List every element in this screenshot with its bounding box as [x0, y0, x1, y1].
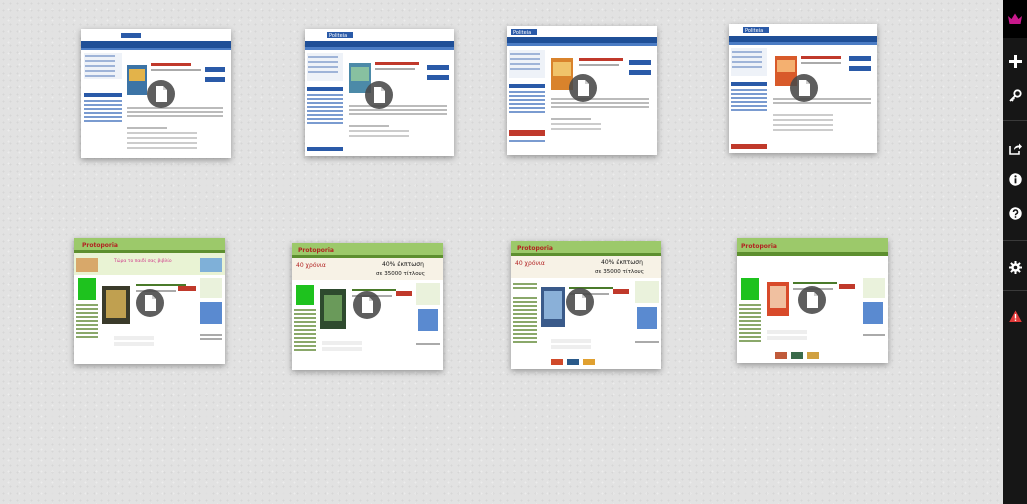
- page-thumbnail[interactable]: Politeia: [507, 26, 657, 155]
- page-thumbnail[interactable]: Protoporia: [737, 238, 888, 363]
- banner-sub-text: σε 35000 τίτλους: [376, 270, 425, 277]
- banner-right-text: 40% έκπτωση: [382, 261, 424, 268]
- help-button[interactable]: [1003, 200, 1027, 226]
- share-button[interactable]: [1003, 135, 1027, 161]
- site-logo: Protoporia: [517, 245, 553, 252]
- document-icon: [365, 81, 393, 109]
- site-logo: Protoporia: [741, 243, 777, 250]
- document-icon: [136, 289, 164, 317]
- alert-button[interactable]: [1003, 303, 1027, 329]
- info-icon: [1008, 172, 1022, 186]
- share-icon: [1008, 143, 1022, 155]
- site-logo: Politeia: [123, 34, 141, 40]
- banner-text: Τώρα το παιδί σας βιβλίο: [113, 257, 172, 264]
- plus-icon: [1008, 54, 1022, 68]
- document-icon: [353, 291, 381, 319]
- app-logo-button[interactable]: [1003, 0, 1027, 38]
- document-icon: [790, 74, 818, 102]
- banner-right-text: 40% έκπτωση: [601, 259, 643, 266]
- page-thumbnail[interactable]: Protoporia 40 χρόνια 40% έκπτωση σε 3500…: [292, 243, 443, 370]
- document-icon: [566, 288, 594, 316]
- toolbar-divider: [1003, 240, 1027, 241]
- site-logo: Protoporia: [298, 247, 334, 254]
- warning-icon: [1008, 310, 1022, 322]
- settings-button[interactable]: [1003, 254, 1027, 280]
- page-thumbnail[interactable]: Protoporia Τώρα το παιδί σας βιβλίο: [74, 238, 225, 364]
- add-button[interactable]: [1003, 48, 1027, 74]
- page-thumbnail[interactable]: Politeia: [729, 24, 877, 153]
- document-icon: [798, 286, 826, 314]
- banner-left-text: 40 χρόνια: [296, 262, 326, 269]
- toolbar-divider: [1003, 290, 1027, 291]
- crown-logo-icon: [1008, 13, 1022, 24]
- site-logo: Protoporia: [82, 242, 118, 249]
- banner-left-text: 40 χρόνια: [515, 260, 545, 267]
- help-icon: [1008, 206, 1022, 220]
- document-icon: [147, 80, 175, 108]
- banner-sub-text: σε 35000 τίτλους: [595, 268, 644, 275]
- toolbar-divider: [1003, 120, 1027, 121]
- page-thumbnail[interactable]: Politeia: [81, 29, 231, 158]
- site-logo: Politeia: [745, 28, 763, 34]
- gear-icon: [1008, 260, 1022, 274]
- key-icon: [1008, 88, 1022, 102]
- document-icon: [569, 74, 597, 102]
- info-button[interactable]: [1003, 166, 1027, 192]
- page-thumbnail[interactable]: Politeia: [305, 29, 454, 156]
- key-button[interactable]: [1003, 82, 1027, 108]
- thumbnail-canvas: Politeia Politeia Politeia Politeia Prot…: [0, 0, 1003, 504]
- page-thumbnail[interactable]: Protoporia 40 χρόνια 40% έκπτωση σε 3500…: [511, 241, 661, 369]
- site-logo: Politeia: [513, 30, 531, 36]
- site-logo: Politeia: [329, 33, 347, 39]
- right-toolbar: [1003, 0, 1027, 504]
